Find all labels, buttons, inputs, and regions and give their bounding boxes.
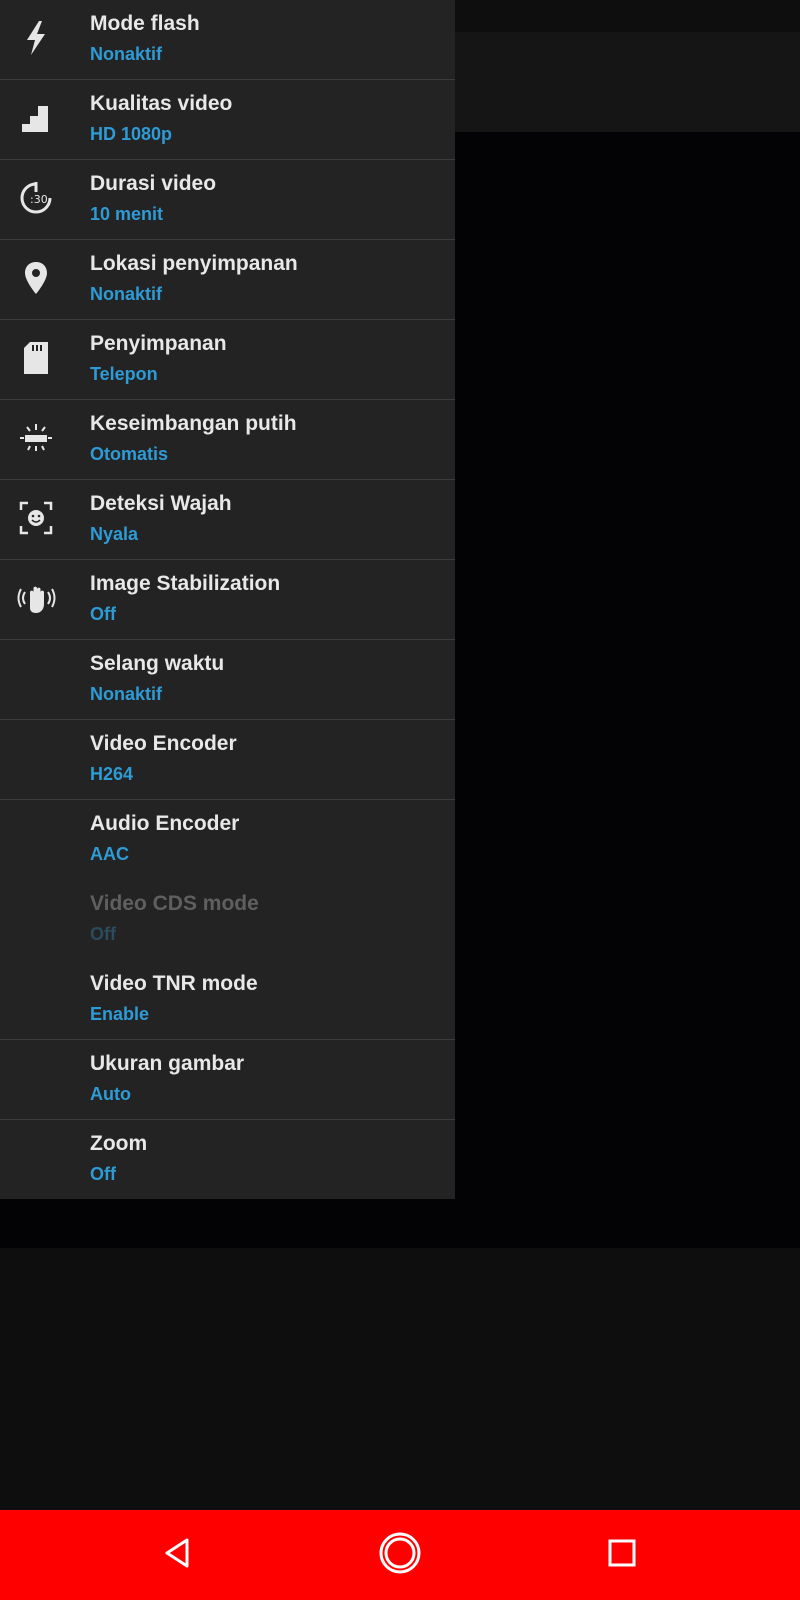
flash-icon [12, 14, 60, 62]
sd-card-icon [12, 334, 60, 382]
setting-zoom[interactable]: Zoom Off [0, 1120, 455, 1200]
setting-video-encoder[interactable]: Video Encoder H264 [0, 720, 455, 800]
back-button[interactable] [153, 1530, 203, 1580]
setting-title: Penyimpanan [90, 332, 227, 355]
setting-video-tnr-mode[interactable]: Video TNR mode Enable [0, 960, 455, 1040]
setting-title: Video Encoder [90, 732, 237, 755]
camera-controls-area [0, 1248, 800, 1510]
video-quality-icon [12, 94, 60, 142]
setting-title: Mode flash [90, 12, 200, 35]
navigation-bar [0, 1510, 800, 1600]
setting-value: Telepon [90, 364, 158, 384]
recent-square-icon [607, 1538, 637, 1573]
setting-title: Durasi video [90, 172, 217, 195]
setting-value: H264 [90, 764, 134, 784]
setting-value: Otomatis [90, 444, 169, 464]
setting-face-detection[interactable]: Deteksi Wajah Nyala [0, 480, 455, 560]
setting-storage[interactable]: Penyimpanan Telepon [0, 320, 455, 400]
setting-title: Video TNR mode [90, 972, 258, 995]
setting-title: Image Stabilization [90, 572, 281, 595]
setting-white-balance[interactable]: Keseimbangan putih Otomatis [0, 400, 455, 480]
setting-picture-size[interactable]: Ukuran gambar Auto [0, 1040, 455, 1120]
setting-title: Video CDS mode [90, 892, 259, 915]
setting-value: Nonaktif [90, 44, 162, 64]
setting-title: Deteksi Wajah [90, 492, 232, 515]
setting-value: Nyala [90, 524, 139, 544]
setting-value: Nonaktif [90, 284, 162, 304]
setting-video-quality[interactable]: Kualitas video HD 1080p [0, 80, 455, 160]
setting-value: Off [90, 604, 116, 624]
setting-title: Kualitas video [90, 92, 233, 115]
recent-apps-button[interactable] [597, 1530, 647, 1580]
setting-value: HD 1080p [90, 124, 173, 144]
settings-panel: Mode flash Nonaktif Kualitas video HD 10… [0, 0, 455, 1199]
setting-image-stabilization[interactable]: Image Stabilization Off [0, 560, 455, 640]
setting-value: Auto [90, 1084, 131, 1104]
home-button[interactable] [375, 1530, 425, 1580]
camera-screen: Mode flash Nonaktif Kualitas video HD 10… [0, 0, 800, 1600]
setting-time-lapse[interactable]: Selang waktu Nonaktif [0, 640, 455, 720]
setting-value: AAC [90, 844, 129, 864]
setting-value: Enable [90, 1004, 150, 1024]
white-balance-icon [12, 414, 60, 462]
setting-title: Selang waktu [90, 652, 225, 675]
setting-flash-mode[interactable]: Mode flash Nonaktif [0, 0, 455, 80]
location-pin-icon [12, 254, 60, 302]
setting-title: Audio Encoder [90, 812, 240, 835]
home-circle-icon [378, 1531, 422, 1580]
setting-video-duration[interactable]: :30 Durasi video 10 menit [0, 160, 455, 240]
setting-audio-encoder[interactable]: Audio Encoder AAC [0, 800, 455, 880]
setting-title: Keseimbangan putih [90, 412, 297, 435]
setting-value: Off [90, 1164, 116, 1184]
setting-title: Lokasi penyimpanan [90, 252, 298, 275]
setting-title: Zoom [90, 1132, 148, 1155]
face-detect-icon [12, 494, 60, 542]
back-triangle-icon [161, 1536, 195, 1575]
setting-value: 10 menit [90, 204, 164, 224]
stabilization-hand-icon [12, 574, 60, 622]
setting-value: Off [90, 924, 116, 944]
svg-text::30: :30 [30, 193, 48, 206]
setting-title: Ukuran gambar [90, 1052, 245, 1075]
setting-value: Nonaktif [90, 684, 162, 704]
setting-video-cds-mode: Video CDS mode Off [0, 880, 455, 960]
setting-storage-location[interactable]: Lokasi penyimpanan Nonaktif [0, 240, 455, 320]
timer-icon: :30 [12, 174, 60, 222]
